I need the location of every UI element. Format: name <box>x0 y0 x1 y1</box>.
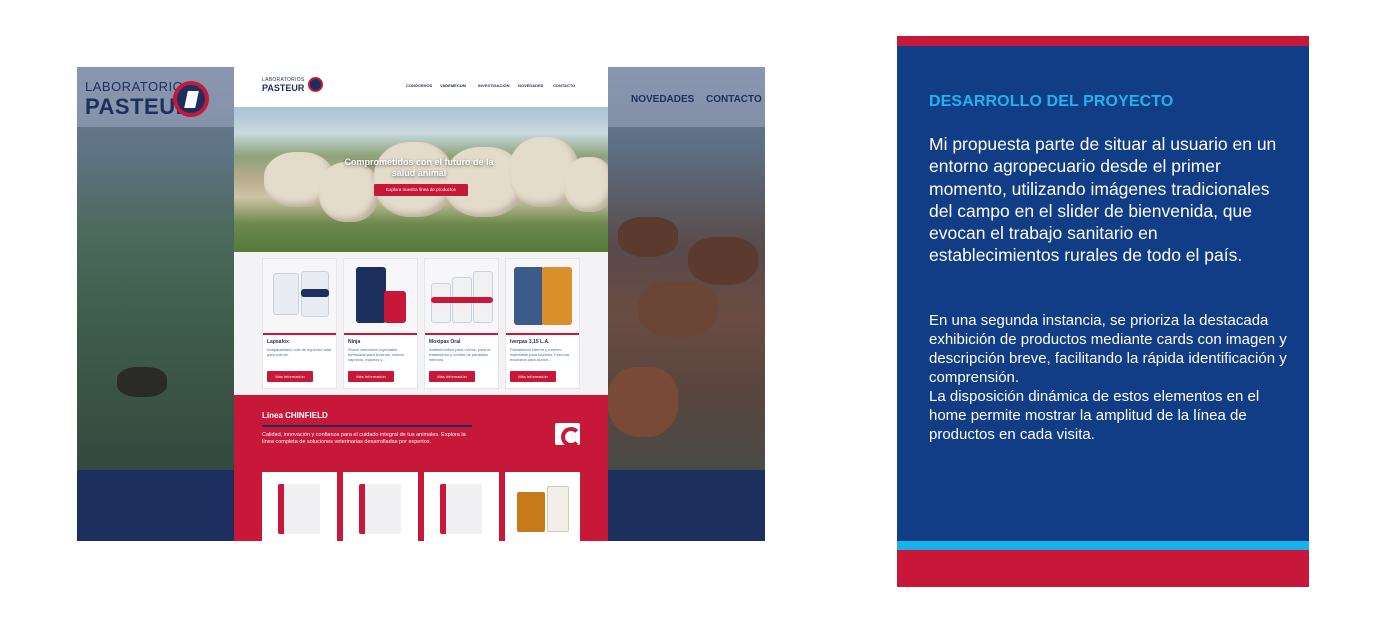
nav-item-contacto[interactable]: CONTACTO <box>553 83 575 88</box>
chinfield-product-card[interactable] <box>343 472 418 541</box>
product-description: Parasiticida interno y externo inyectabl… <box>510 347 569 362</box>
site-emblem-icon <box>308 77 323 92</box>
product-description: Antiparasitario oral de espectro total p… <box>267 347 332 357</box>
website-mockup: LABORATORIOS PASTEUR NOVEDADES CONTACTO … <box>77 67 765 541</box>
chinfield-description: Calidad, innovación y confianza para el … <box>262 432 466 445</box>
background-nav-novedades: NOVEDADES <box>631 94 695 105</box>
product-image <box>506 259 579 333</box>
nav-item-conocenos[interactable]: CONÓCENOS <box>406 83 432 88</box>
top-red-stripe <box>897 36 1309 46</box>
explore-products-button[interactable]: Explora nuestra línea de productos <box>374 184 468 196</box>
more-info-button[interactable]: Más Información <box>348 371 394 382</box>
background-left-panel: LABORATORIOS PASTEUR <box>77 67 234 541</box>
panel-paragraph-1: Mi propuesta parte de situar al usuario … <box>929 134 1277 266</box>
product-name: Moxipas Oral <box>429 339 461 345</box>
product-description: Antihelmíntico para ovinos, para el trat… <box>429 347 491 362</box>
product-image <box>263 259 336 333</box>
nav-item-investigacion[interactable]: INVESTIGACIÓN <box>478 83 510 88</box>
product-cards-section: Lapsafox Antiparasitario oral de espectr… <box>234 252 608 395</box>
chinfield-logo-icon <box>555 423 581 447</box>
field-photo-left <box>77 67 234 470</box>
site-logo[interactable]: LABORATORIOS PASTEUR <box>262 77 305 93</box>
cyan-stripe <box>897 541 1309 550</box>
background-nav-contacto: CONTACTO <box>706 94 762 105</box>
product-card[interactable]: Moxipas Oral Antihelmíntico para ovinos,… <box>424 258 499 389</box>
product-card[interactable]: Iverpas 3,15 L.A. Parasiticida interno y… <box>505 258 580 389</box>
bottom-red-stripe <box>897 550 1309 587</box>
product-image <box>344 259 417 333</box>
product-description: Shock vitamínico inyectable formulado pa… <box>348 347 405 362</box>
hero-slider: Comprometidos con el futuro de la salud … <box>234 107 608 252</box>
hero-title: Comprometidos con el futuro de la salud … <box>344 157 494 178</box>
chinfield-title: Línea CHINFIELD <box>262 411 328 420</box>
product-name: Iverpas 3,15 L.A. <box>510 339 550 345</box>
more-info-button[interactable]: Más Información <box>510 371 556 382</box>
panel-paragraph-2: En una segunda instancia, se prioriza la… <box>929 311 1289 444</box>
chinfield-section: Línea CHINFIELD Calidad, innovación y co… <box>234 395 608 541</box>
project-description-panel: DESARROLLO DEL PROYECTO Mi propuesta par… <box>897 36 1309 587</box>
more-info-button[interactable]: Más Información <box>267 371 313 382</box>
more-info-button[interactable]: Más Información <box>429 371 475 382</box>
panel-paragraph-2b: La disposición dinámica de estos element… <box>929 388 1260 443</box>
chinfield-product-card[interactable] <box>505 472 580 541</box>
product-card[interactable]: Lapsafox Antiparasitario oral de espectr… <box>262 258 337 389</box>
product-name: Lapsafox <box>267 339 289 345</box>
site-header: LABORATORIOS PASTEUR CONÓCENOS VADEMECUM… <box>234 67 608 107</box>
product-card[interactable]: Ninja Shock vitamínico inyectable formul… <box>343 258 418 389</box>
panel-paragraph-2a: En una segunda instancia, se prioriza la… <box>929 312 1287 386</box>
pasteur-emblem-icon <box>173 81 209 117</box>
website-homepage: LABORATORIOS PASTEUR CONÓCENOS VADEMECUM… <box>234 67 608 541</box>
chinfield-product-card[interactable] <box>262 472 337 541</box>
nav-item-novedades[interactable]: NOVEDADES <box>518 83 543 88</box>
nav-item-vademecum[interactable]: VADEMECUM <box>440 83 466 88</box>
dog-silhouette <box>117 367 167 397</box>
product-image <box>425 259 498 333</box>
product-name: Ninja <box>348 339 361 345</box>
background-right-panel: NOVEDADES CONTACTO <box>608 67 765 541</box>
chinfield-product-card[interactable] <box>424 472 499 541</box>
panel-heading: DESARROLLO DEL PROYECTO <box>929 93 1174 110</box>
